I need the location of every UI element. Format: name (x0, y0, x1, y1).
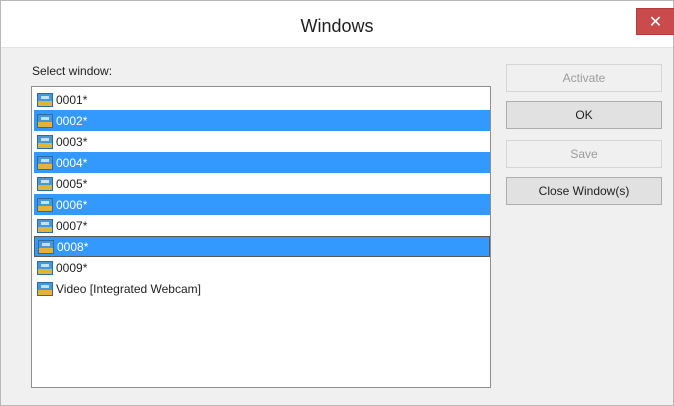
close-icon[interactable]: ✕ (636, 8, 674, 35)
image-icon (37, 92, 53, 107)
list-item[interactable]: Video [Integrated Webcam] (34, 278, 490, 299)
list-item[interactable]: 0001* (34, 89, 490, 110)
image-icon (37, 113, 53, 128)
image-icon (37, 218, 53, 233)
windows-dialog: Windows ✕ Select window: 0001* 0002* 000… (0, 0, 674, 406)
list-item[interactable]: 0004* (34, 152, 490, 173)
list-item[interactable]: 0006* (34, 194, 490, 215)
image-icon (37, 134, 53, 149)
title-bar: Windows (1, 1, 673, 48)
list-item-label: 0008* (57, 239, 89, 254)
close-windows-button[interactable]: Close Window(s) (506, 177, 662, 205)
list-item-label: 0009* (56, 260, 88, 275)
ok-button[interactable]: OK (506, 101, 662, 129)
image-icon (37, 155, 53, 170)
list-item-label: 0004* (56, 155, 88, 170)
image-icon (37, 281, 53, 296)
list-item-label: Video [Integrated Webcam] (56, 281, 201, 296)
window-listbox[interactable]: 0001* 0002* 0003* 0004* 0005* 0006* 0007… (31, 86, 491, 388)
image-icon (37, 176, 53, 191)
save-button[interactable]: Save (506, 140, 662, 168)
list-item[interactable]: 0008* (34, 236, 490, 257)
select-window-label: Select window: (32, 64, 113, 78)
list-item[interactable]: 0005* (34, 173, 490, 194)
list-item-label: 0007* (56, 218, 88, 233)
list-item-label: 0005* (56, 176, 88, 191)
activate-button[interactable]: Activate (506, 64, 662, 92)
list-item[interactable]: 0007* (34, 215, 490, 236)
dialog-title: Windows (300, 16, 374, 36)
list-item[interactable]: 0009* (34, 257, 490, 278)
list-item[interactable]: 0003* (34, 131, 490, 152)
list-item[interactable]: 0002* (34, 110, 490, 131)
list-item-label: 0006* (56, 197, 88, 212)
image-icon (37, 197, 53, 212)
list-item-label: 0002* (56, 113, 88, 128)
list-item-label: 0001* (56, 92, 88, 107)
image-icon (38, 239, 54, 254)
list-item-label: 0003* (56, 134, 88, 149)
image-icon (37, 260, 53, 275)
